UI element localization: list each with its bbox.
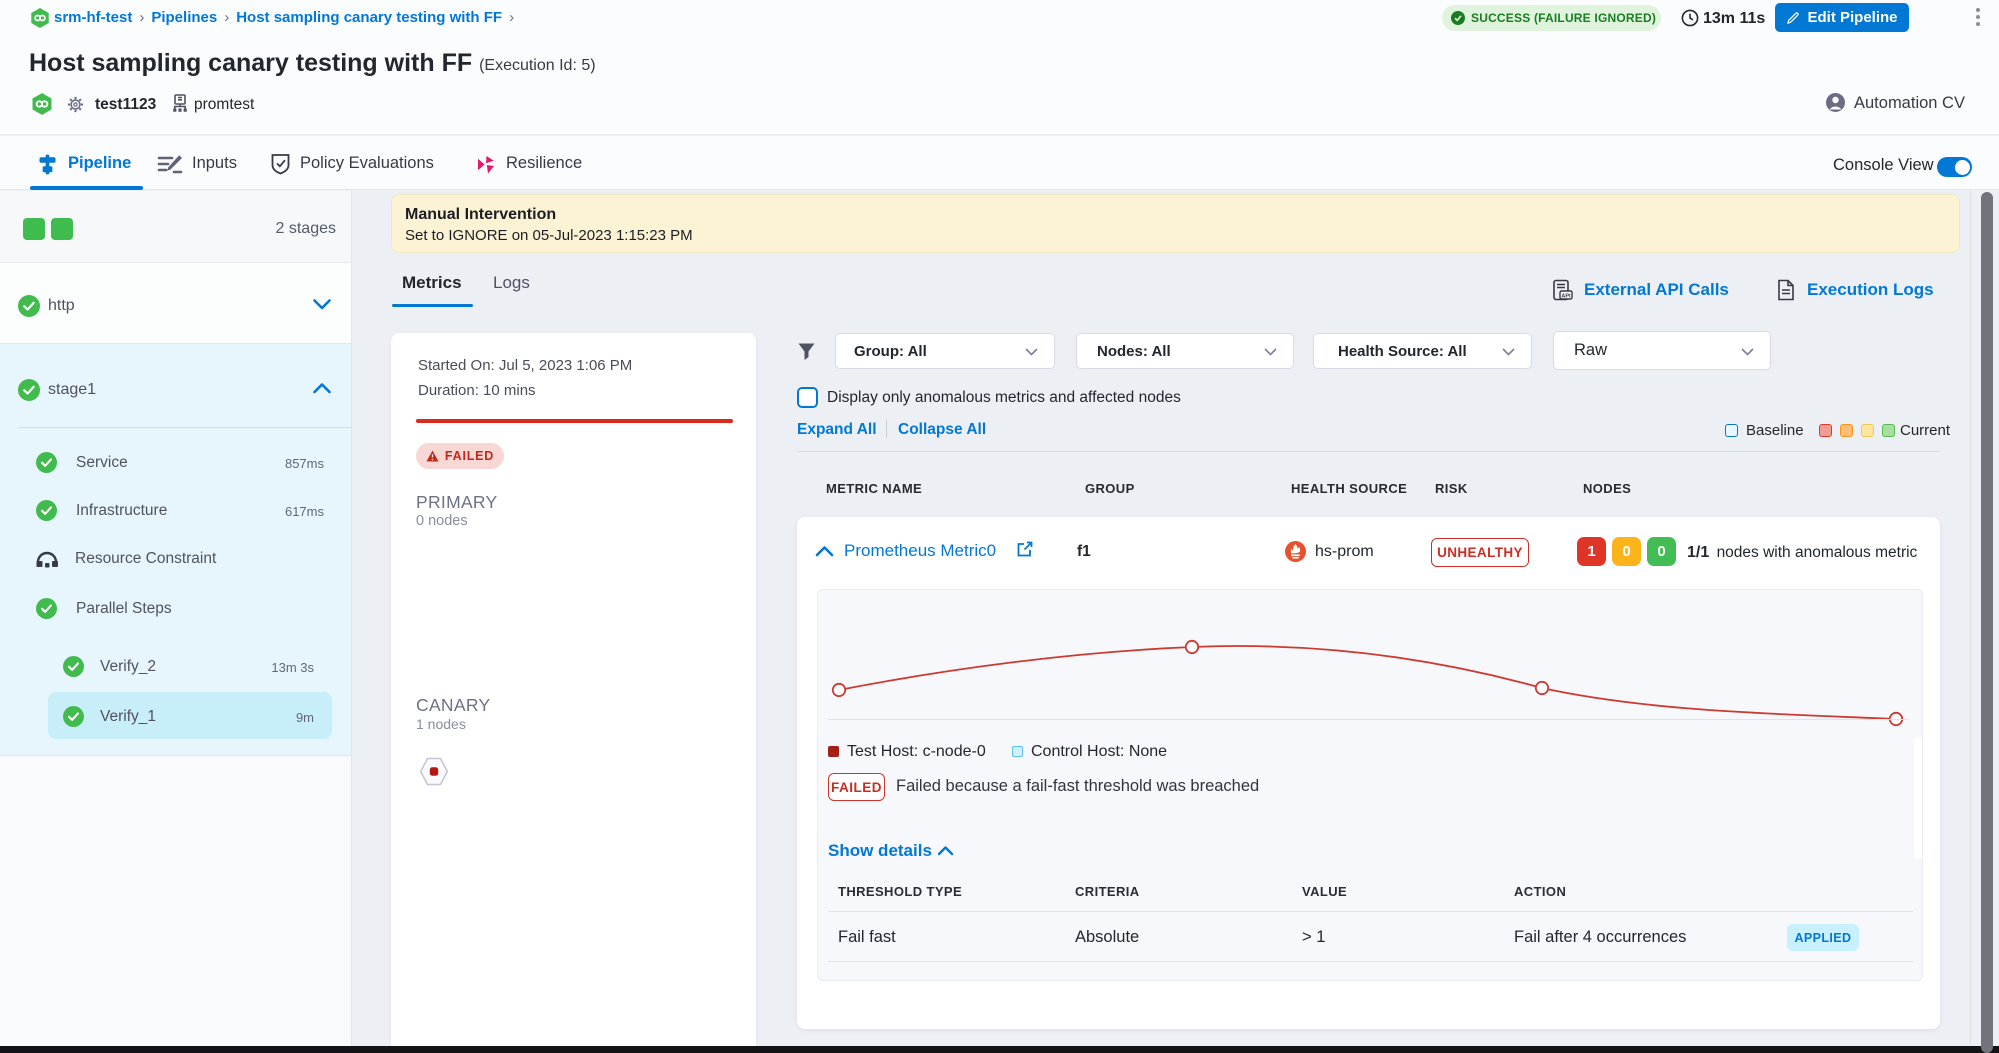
- svg-text:API: API: [1561, 293, 1571, 299]
